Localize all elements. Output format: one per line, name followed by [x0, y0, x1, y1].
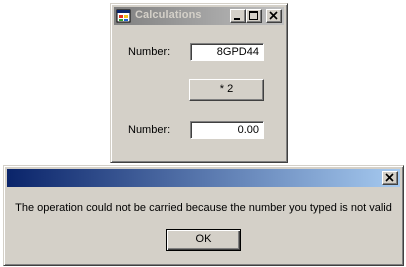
- result-field[interactable]: 0.00: [190, 121, 264, 139]
- multiply-button[interactable]: * 2: [189, 79, 264, 101]
- ok-button[interactable]: OK: [166, 229, 241, 251]
- message-box-titlebar[interactable]: [7, 169, 400, 187]
- result-label: Number:: [128, 124, 171, 136]
- close-icon: [269, 11, 278, 20]
- message-text: The operation could not be carried becau…: [15, 202, 392, 214]
- minimize-icon: [234, 18, 240, 20]
- close-icon: [385, 173, 394, 182]
- number-label: Number:: [128, 46, 171, 58]
- message-box: The operation could not be carried becau…: [3, 165, 404, 266]
- calculations-window: Calculations Number: 8GPD44 * 2 Number: …: [110, 3, 288, 163]
- maximize-button[interactable]: [246, 9, 262, 23]
- desktop: Calculations Number: 8GPD44 * 2 Number: …: [0, 0, 406, 267]
- app-icon: [116, 8, 132, 24]
- close-button[interactable]: [266, 9, 282, 23]
- window-title: Calculations: [135, 9, 202, 21]
- number-input[interactable]: 8GPD44: [190, 43, 264, 61]
- minimize-button[interactable]: [230, 9, 246, 23]
- calculations-titlebar[interactable]: Calculations: [114, 7, 284, 25]
- message-close-button[interactable]: [382, 171, 398, 185]
- maximize-icon: [249, 11, 258, 20]
